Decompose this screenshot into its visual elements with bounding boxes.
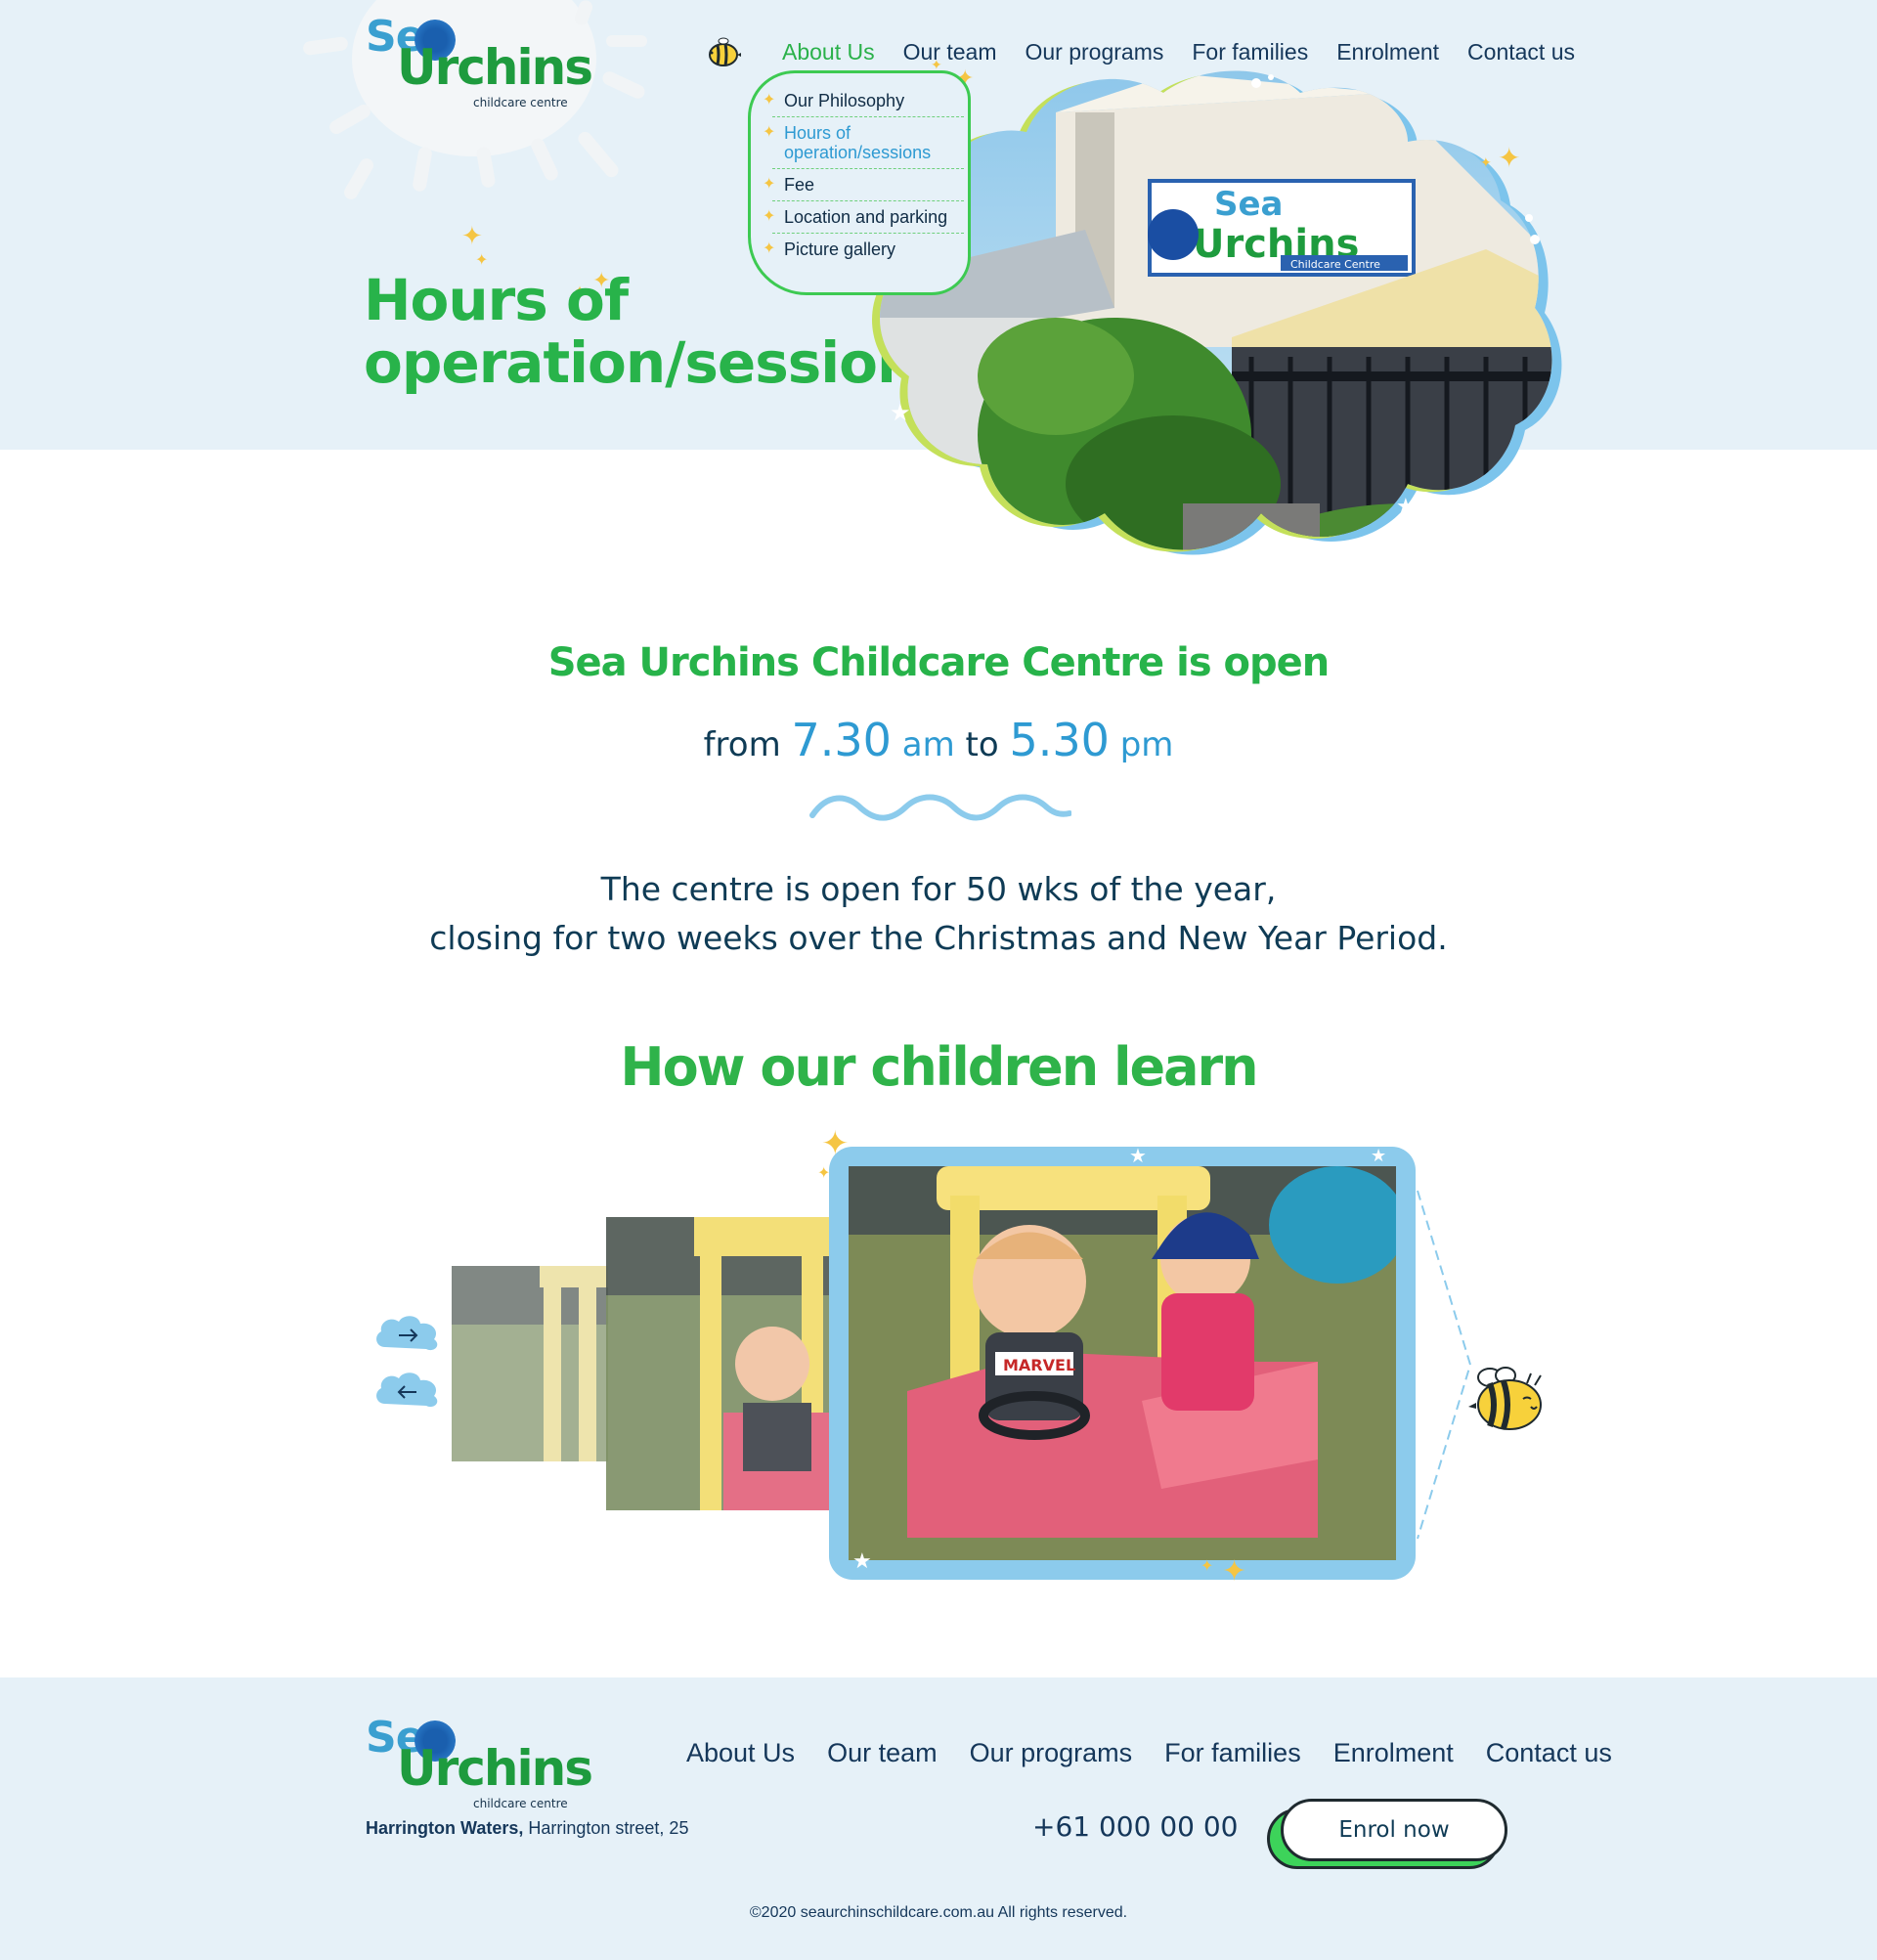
sun-ray [575,129,622,180]
star-bullet-icon: ✦ [763,176,776,193]
star-icon: ★ [1371,1146,1387,1165]
footer-nav-our-programs[interactable]: Our programs [970,1738,1133,1768]
footer-phone-link[interactable]: +61 000 00 00 [1032,1810,1239,1843]
hours-to-label: to [965,725,999,764]
sun-ray [412,146,433,193]
shirt-text: MARVEL [1003,1356,1075,1374]
hours-note: The centre is open for 50 wks of the yea… [0,865,1877,963]
sun-ray [600,68,647,102]
submenu-item-label: Hours of operation/sessions [784,123,932,162]
hero-building-photo: Sea Urchins Childcare Centre ✦ ✦ ✦ ✦ ★ ★ [872,57,1562,555]
hours-from-label: from [703,725,781,764]
gallery-photo-child-in-toy-car: MARVEL [849,1166,1396,1560]
hours-note-line2: closing for two weeks over the Christmas… [429,919,1448,957]
submenu-item-location[interactable]: ✦ Location and parking [763,201,964,234]
about-submenu: ✦ Our Philosophy ✦ Hours of operation/sess… [748,70,971,295]
submenu-item-label: Our Philosophy [784,91,905,110]
address-street: Harrington street, 25 [528,1818,689,1838]
footer-nav-enrolment[interactable]: Enrolment [1333,1738,1454,1768]
star-bullet-icon: ✦ [763,92,776,109]
footer-nav-our-team[interactable]: Our team [827,1738,938,1768]
sun-ray [528,136,561,183]
footer-address: Harrington Waters, Harrington street, 25 [366,1818,688,1839]
submenu-item-fee[interactable]: ✦ Fee [763,169,964,201]
slider-next-button[interactable] [373,1312,442,1355]
hours-heading: Sea Urchins Childcare Centre is open [547,640,1331,685]
star-bullet-icon: ✦ [763,240,776,257]
gallery-slide-previous-2[interactable] [452,1266,608,1461]
wave-divider [809,794,1071,821]
sun-ray [302,35,349,57]
open-time-unit: am [901,725,955,764]
star-icon: ★ [890,400,911,426]
logo-word-urchins: Urchins [397,39,593,96]
close-time-unit: pm [1119,725,1174,764]
sign-text-sea: Sea [1214,185,1284,224]
open-time: 7.30 [791,714,892,766]
enrol-now-button[interactable]: Enrol now [1265,1797,1509,1875]
slider-prev-button[interactable] [373,1369,442,1412]
sparkle-icon: ✦ [1480,154,1492,170]
sparkle-icon: ✦ [1222,1555,1247,1588]
logo-tagline: childcare centre [473,1797,568,1810]
logo-word-urchins: Urchins [397,1740,593,1797]
footer-nav-contact-us[interactable]: Contact us [1486,1738,1612,1768]
star-icon: ★ [1396,494,1416,518]
submenu-item-label: Picture gallery [784,240,896,259]
site-footer: Sea Urchins childcare centre About Us Ou… [0,1677,1877,1960]
star-icon: ★ [1129,1146,1147,1167]
hours-note-line1: The centre is open for 50 wks of the yea… [600,870,1277,908]
star-icon: ★ [852,1548,872,1573]
slider-connector-line [1417,1190,1472,1540]
footer-nav: About Us Our team Our programs For famil… [686,1738,1612,1768]
address-suburb: Harrington Waters, [366,1818,524,1838]
enrol-button-label: Enrol now [1281,1799,1507,1861]
star-bullet-icon: ✦ [763,124,776,141]
bee-icon [1468,1367,1542,1430]
hours-times: from 7.30 am to 5.30 pm [0,714,1877,766]
submenu-item-philosophy[interactable]: ✦ Our Philosophy [763,85,964,117]
site-logo[interactable]: Sea Urchins childcare centre [366,12,593,119]
sun-ray [606,35,647,47]
sparkle-icon: ✦ [461,221,483,250]
learn-heading: How our children learn [620,1036,1258,1098]
sparkle-icon: ✦ [1498,143,1520,173]
copyright-text: ©2020 seaurchinschildcare.com.au All rig… [749,1904,1128,1921]
submenu-item-label: Location and parking [784,207,948,227]
sparkle-icon: ✦ [1200,1558,1214,1575]
gallery-slide-current[interactable]: MARVEL [829,1147,1416,1580]
submenu-item-gallery[interactable]: ✦ Picture gallery [763,234,964,265]
close-time: 5.30 [1009,714,1110,766]
footer-nav-for-families[interactable]: For families [1164,1738,1301,1768]
sun-ray [341,155,376,202]
sign-tagline: Childcare Centre [1290,258,1380,271]
page-title-line1: Hours of [364,267,629,333]
bee-icon [709,37,741,66]
sparkle-icon: ✦ [817,1165,831,1182]
footer-logo[interactable]: Sea Urchins childcare centre [366,1713,593,1820]
submenu-item-hours[interactable]: ✦ Hours of operation/sessions [763,117,964,169]
sparkle-icon: ✦ [821,1125,850,1162]
logo-tagline: childcare centre [473,96,568,109]
star-bullet-icon: ✦ [763,208,776,225]
submenu-item-label: Fee [784,175,815,195]
footer-nav-about-us[interactable]: About Us [686,1738,795,1768]
gallery-slide-previous-1[interactable] [606,1217,831,1510]
